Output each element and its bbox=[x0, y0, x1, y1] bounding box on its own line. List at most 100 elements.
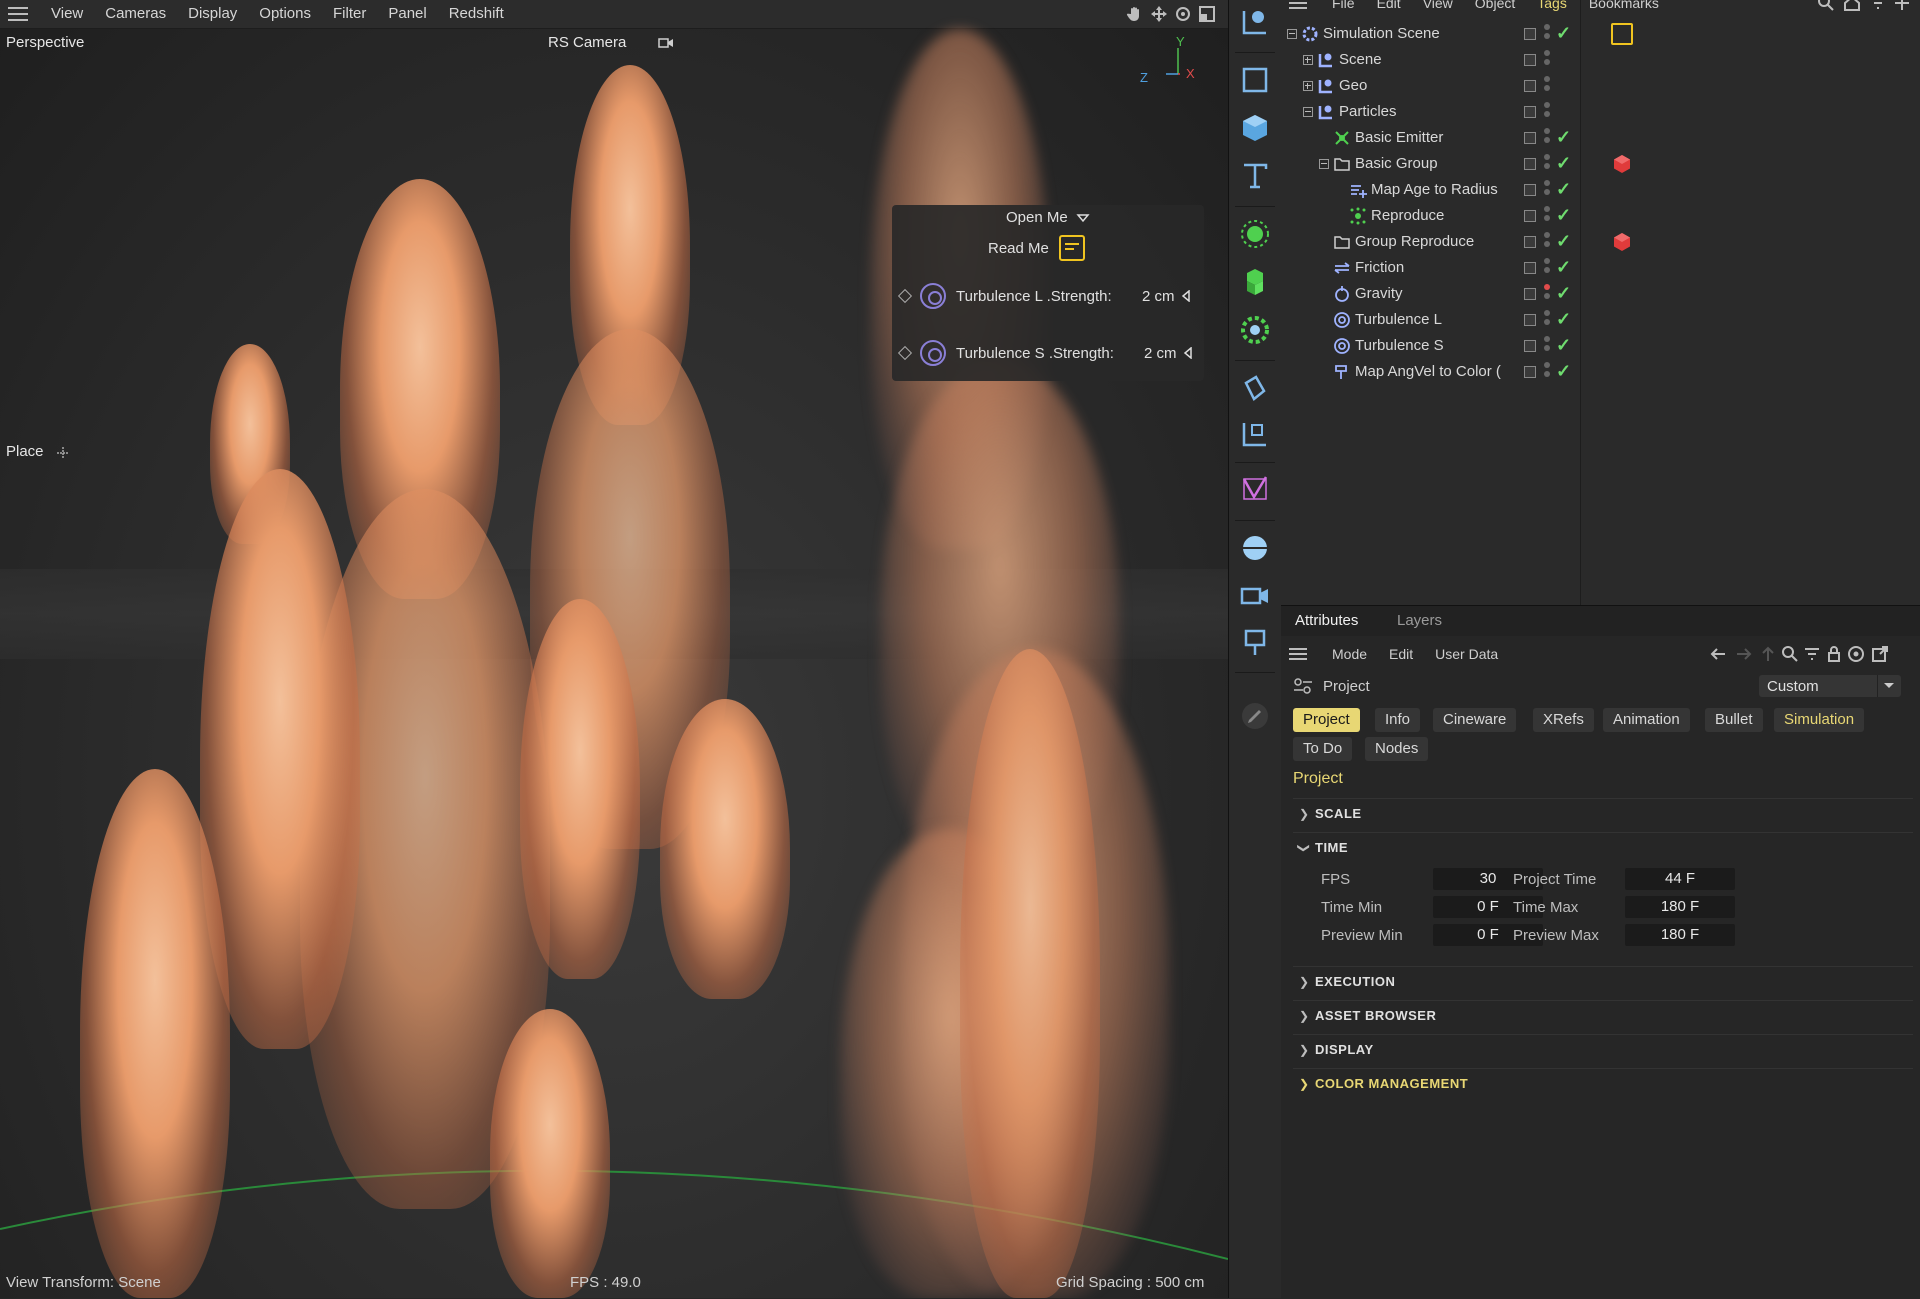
visibility-toggle[interactable] bbox=[1524, 106, 1536, 118]
visibility-toggle[interactable] bbox=[1524, 132, 1536, 144]
visibility-toggle[interactable] bbox=[1524, 288, 1536, 300]
hamburger-menu-icon[interactable] bbox=[8, 7, 28, 21]
pill-cineware[interactable]: Cineware bbox=[1433, 708, 1517, 732]
render-dots[interactable] bbox=[1544, 336, 1550, 356]
arrow-left-icon[interactable] bbox=[1183, 347, 1193, 359]
enabled-check-icon[interactable]: ✓ bbox=[1556, 179, 1571, 200]
enabled-check-icon[interactable]: ✓ bbox=[1556, 153, 1571, 174]
render-dots[interactable] bbox=[1544, 362, 1550, 382]
camera-name-label[interactable]: Perspective bbox=[6, 34, 84, 51]
pill-nodes[interactable]: Nodes bbox=[1365, 737, 1429, 761]
expand-toggle-icon[interactable] bbox=[1303, 55, 1313, 65]
forward-arrow-icon[interactable] bbox=[1735, 645, 1753, 663]
render-dots[interactable] bbox=[1544, 258, 1550, 278]
object-row-simulation-scene[interactable]: Simulation Scene ✓ bbox=[1281, 21, 1920, 47]
up-arrow-icon[interactable] bbox=[1759, 645, 1777, 663]
turbulence-l-strength-row[interactable]: Turbulence L .Strength: 2 cm bbox=[897, 283, 1191, 309]
menu-options[interactable]: Options bbox=[248, 0, 322, 28]
render-dots[interactable] bbox=[1544, 232, 1550, 252]
hamburger-menu-icon[interactable] bbox=[1289, 648, 1307, 660]
viewport-canvas[interactable]: Perspective RS Camera Place Y X Z Open M… bbox=[0, 29, 1228, 1298]
gear-field-icon[interactable] bbox=[1229, 308, 1281, 352]
section-scale[interactable]: ❯ SCALE bbox=[1293, 798, 1913, 827]
orbit-view-icon[interactable] bbox=[1174, 5, 1192, 23]
turbulence-s-strength-row[interactable]: Turbulence S .Strength: 2 cm bbox=[897, 340, 1193, 366]
enabled-check-icon[interactable]: ✓ bbox=[1556, 127, 1571, 148]
section-execution[interactable]: ❯ EXECUTION bbox=[1293, 966, 1913, 995]
enabled-check-icon[interactable]: ✓ bbox=[1556, 231, 1571, 252]
object-row-friction[interactable]: Friction ✓ bbox=[1281, 255, 1920, 281]
expand-toggle-icon[interactable] bbox=[1303, 81, 1313, 91]
tab-attributes[interactable]: Attributes bbox=[1295, 612, 1358, 629]
keyframe-diamond-icon[interactable] bbox=[897, 345, 913, 361]
new-window-icon[interactable] bbox=[1871, 645, 1889, 663]
section-asset-browser[interactable]: ❯ ASSET BROWSER bbox=[1293, 1000, 1913, 1029]
pill-project[interactable]: Project bbox=[1293, 708, 1360, 732]
coordinate-system-icon[interactable] bbox=[1229, 0, 1281, 44]
render-dots[interactable] bbox=[1544, 284, 1550, 304]
search-icon[interactable] bbox=[1781, 645, 1799, 663]
render-dots[interactable] bbox=[1544, 206, 1550, 226]
visibility-toggle[interactable] bbox=[1524, 28, 1536, 40]
om-menu-tags[interactable]: Tags bbox=[1526, 0, 1578, 11]
material-tag-icon[interactable] bbox=[1611, 153, 1633, 175]
filter-icon[interactable] bbox=[1803, 645, 1821, 663]
om-menu-edit[interactable]: Edit bbox=[1366, 0, 1412, 11]
sky-sphere-icon[interactable] bbox=[1229, 526, 1281, 570]
note-tag-icon[interactable] bbox=[1611, 23, 1633, 45]
attr-menu-edit[interactable]: Edit bbox=[1378, 646, 1424, 662]
visibility-toggle[interactable] bbox=[1524, 158, 1536, 170]
collapse-toggle-icon[interactable] bbox=[1319, 159, 1329, 169]
om-menu-object[interactable]: Object bbox=[1464, 0, 1526, 11]
turbulence-l-value[interactable]: 2 cm bbox=[1142, 288, 1175, 305]
edit-pen-icon[interactable] bbox=[1229, 694, 1281, 738]
object-row-geo[interactable]: Geo bbox=[1281, 73, 1920, 99]
render-dots[interactable] bbox=[1544, 128, 1550, 148]
maximize-view-icon[interactable] bbox=[1198, 5, 1216, 23]
render-dots[interactable] bbox=[1544, 180, 1550, 200]
render-camera-label[interactable]: RS Camera bbox=[548, 34, 626, 51]
render-dots[interactable] bbox=[1544, 310, 1550, 330]
enabled-check-icon[interactable]: ✓ bbox=[1556, 361, 1571, 382]
place-move-icon[interactable] bbox=[56, 446, 70, 460]
visibility-toggle[interactable] bbox=[1524, 184, 1536, 196]
section-display[interactable]: ❯ DISPLAY bbox=[1293, 1034, 1913, 1063]
camera-icon[interactable] bbox=[1229, 574, 1281, 618]
pill-info[interactable]: Info bbox=[1375, 708, 1421, 732]
tab-layers[interactable]: Layers bbox=[1397, 612, 1442, 629]
move-view-icon[interactable] bbox=[1150, 5, 1168, 23]
hamburger-menu-icon[interactable] bbox=[1289, 0, 1307, 9]
attr-menu-mode[interactable]: Mode bbox=[1321, 646, 1378, 662]
visibility-toggle[interactable] bbox=[1524, 80, 1536, 92]
collapse-toggle-icon[interactable] bbox=[1287, 29, 1297, 39]
object-row-map-age-to-radius[interactable]: Map Age to Radius ✓ bbox=[1281, 177, 1920, 203]
om-menu-bookmarks[interactable]: Bookmarks bbox=[1578, 0, 1670, 11]
axis-icon[interactable] bbox=[1229, 412, 1281, 456]
object-row-basic-emitter[interactable]: Basic Emitter ✓ bbox=[1281, 125, 1920, 151]
keyframe-diamond-icon[interactable] bbox=[897, 288, 913, 304]
visibility-toggle[interactable] bbox=[1524, 262, 1536, 274]
attr-menu-user-data[interactable]: User Data bbox=[1424, 646, 1509, 662]
menu-panel[interactable]: Panel bbox=[377, 0, 437, 28]
object-row-turbulence-l[interactable]: Turbulence L ✓ bbox=[1281, 307, 1920, 333]
menu-redshift[interactable]: Redshift bbox=[438, 0, 515, 28]
arrow-left-icon[interactable] bbox=[1181, 290, 1191, 302]
om-menu-view[interactable]: View bbox=[1412, 0, 1464, 11]
turbulence-s-value[interactable]: 2 cm bbox=[1144, 345, 1177, 362]
read-me-button[interactable]: Read Me bbox=[988, 235, 1085, 261]
open-me-dropdown[interactable]: Open Me bbox=[1006, 209, 1090, 226]
object-row-group-reproduce[interactable]: Group Reproduce ✓ bbox=[1281, 229, 1920, 255]
menu-cameras[interactable]: Cameras bbox=[94, 0, 177, 28]
object-row-turbulence-s[interactable]: Turbulence S ✓ bbox=[1281, 333, 1920, 359]
collapse-toggle-icon[interactable] bbox=[1303, 107, 1313, 117]
back-arrow-icon[interactable] bbox=[1709, 645, 1727, 663]
visibility-toggle[interactable] bbox=[1524, 366, 1536, 378]
enabled-check-icon[interactable]: ✓ bbox=[1556, 23, 1571, 44]
deformer-icon[interactable] bbox=[1229, 366, 1281, 410]
menu-display[interactable]: Display bbox=[177, 0, 248, 28]
emitter-icon[interactable] bbox=[1229, 212, 1281, 256]
enabled-check-icon[interactable]: ✓ bbox=[1556, 283, 1571, 304]
om-menu-file[interactable]: File bbox=[1321, 0, 1366, 11]
visibility-toggle[interactable] bbox=[1524, 340, 1536, 352]
add-icon[interactable] bbox=[1893, 0, 1911, 12]
